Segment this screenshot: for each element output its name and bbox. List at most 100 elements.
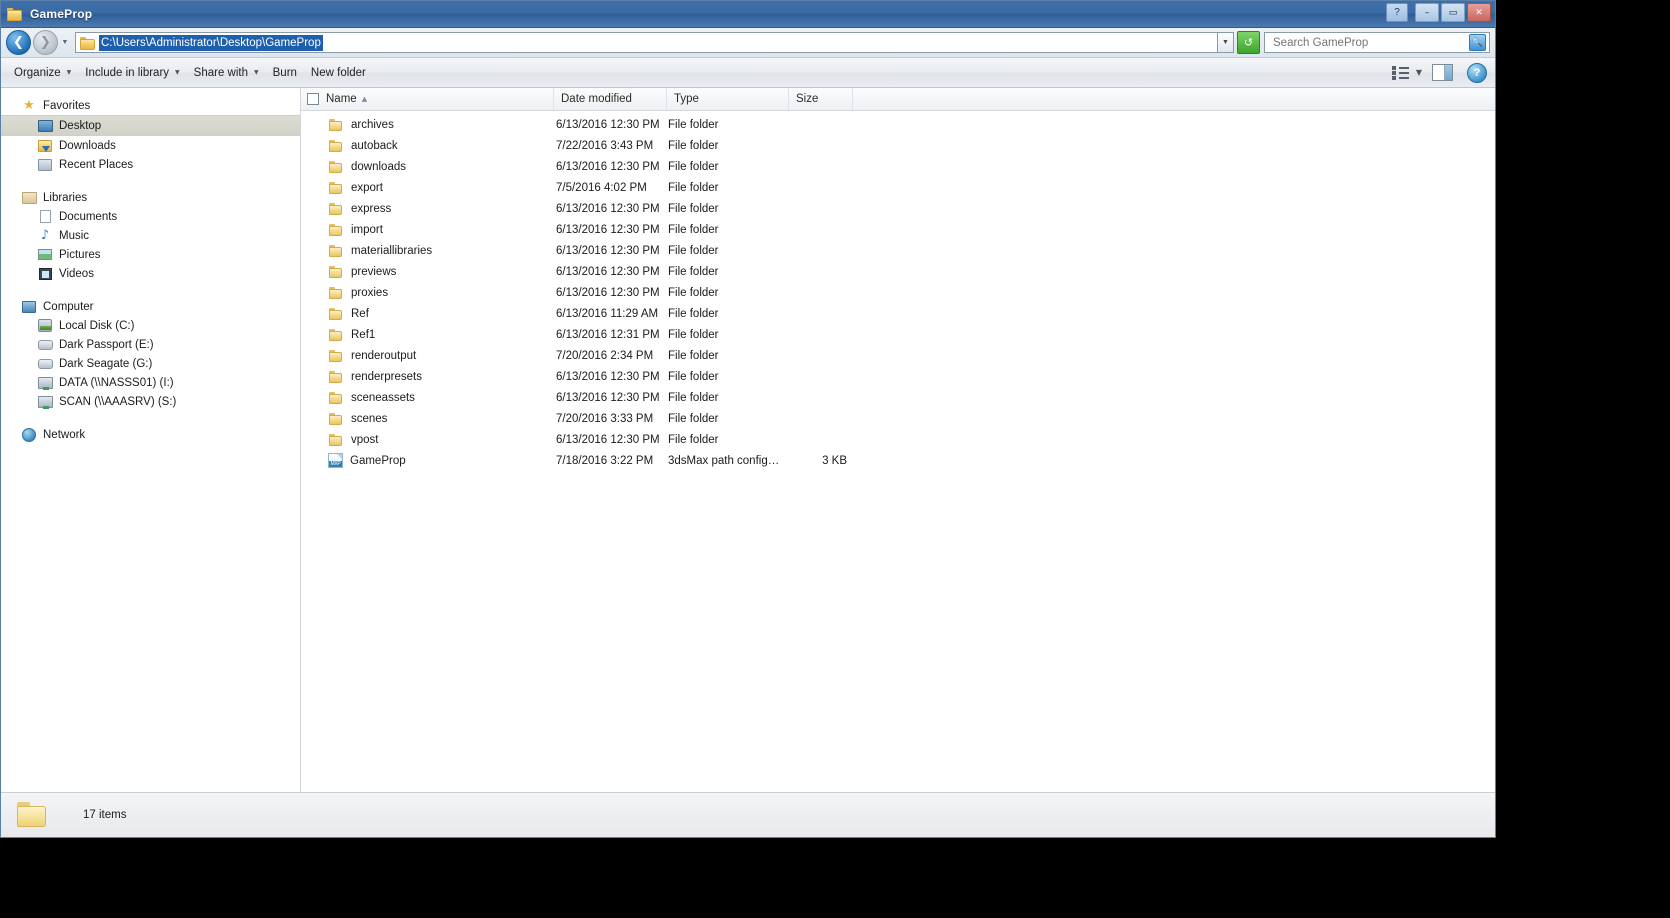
path-folder-icon (80, 36, 96, 50)
table-row[interactable]: downloads6/13/2016 12:30 PMFile folder (301, 156, 1495, 177)
sidebar-item-scan-aaasrv-s[interactable]: SCAN (\\AAASRV) (S:) (1, 392, 300, 411)
cell-type: File folder (667, 413, 789, 425)
search-input[interactable] (1271, 36, 1469, 50)
table-row[interactable]: previews6/13/2016 12:30 PMFile folder (301, 261, 1495, 282)
table-row[interactable]: archives6/13/2016 12:30 PMFile folder (301, 114, 1495, 135)
view-chevron-down-icon[interactable]: ▼ (1416, 68, 1422, 77)
table-row[interactable]: autoback7/22/2016 3:43 PMFile folder (301, 135, 1495, 156)
column-label-date-modified: Date modified (561, 93, 632, 105)
table-row[interactable]: export7/5/2016 4:02 PMFile folder (301, 177, 1495, 198)
sidebar-item-favorites[interactable]: ★ Favorites (1, 96, 300, 115)
mxp-file-icon: MXP (328, 453, 343, 468)
share-with-button[interactable]: Share with ▼ (187, 62, 266, 83)
nav-group-network: Network (1, 425, 300, 444)
sidebar-item-local-disk-c[interactable]: Local Disk (C:) (1, 316, 300, 335)
file-name-label: express (351, 203, 391, 215)
cell-type: File folder (667, 224, 789, 236)
sidebar-item-downloads[interactable]: Downloads (1, 136, 300, 155)
network-drive-icon (37, 394, 53, 410)
new-folder-button[interactable]: New folder (304, 62, 373, 83)
file-name-label: previews (351, 266, 396, 278)
titlebar-help-icon[interactable]: ? (1386, 3, 1408, 22)
cell-type: File folder (667, 329, 789, 341)
cell-date-modified: 7/20/2016 2:34 PM (554, 350, 667, 362)
column-label-name: Name (326, 93, 357, 105)
cell-type: File folder (667, 119, 789, 131)
include-in-library-button[interactable]: Include in library ▼ (78, 62, 186, 83)
forward-arrow-icon[interactable]: ❯ (33, 30, 58, 55)
sidebar-item-documents[interactable]: Documents (1, 207, 300, 226)
sidebar-label-recent-places: Recent Places (59, 159, 133, 171)
change-view-icon[interactable] (1391, 64, 1410, 81)
libraries-icon (21, 190, 37, 206)
table-row[interactable]: Ref6/13/2016 11:29 AMFile folder (301, 303, 1495, 324)
sidebar-label-desktop: Desktop (59, 120, 101, 132)
sidebar-label-dark-passport-e: Dark Passport (E:) (59, 339, 154, 351)
folder-icon (328, 349, 344, 363)
file-name-label: renderpresets (351, 371, 422, 383)
share-with-label: Share with (194, 67, 248, 79)
select-all-checkbox[interactable] (307, 93, 319, 105)
search-icon[interactable]: 🔍 (1469, 34, 1486, 51)
sidebar-item-dark-seagate-g[interactable]: Dark Seagate (G:) (1, 354, 300, 373)
table-row[interactable]: express6/13/2016 12:30 PMFile folder (301, 198, 1495, 219)
folder-icon (328, 328, 344, 342)
sidebar-item-videos[interactable]: Videos (1, 264, 300, 283)
table-row[interactable]: scenes7/20/2016 3:33 PMFile folder (301, 408, 1495, 429)
burn-button[interactable]: Burn (266, 62, 304, 83)
sidebar-item-dark-passport-e[interactable]: Dark Passport (E:) (1, 335, 300, 354)
cell-name: export (301, 181, 554, 195)
address-path-text: C:\Users\Administrator\Desktop\GameProp (99, 35, 323, 51)
sidebar-label-scan-aaasrv-s: SCAN (\\AAASRV) (S:) (59, 396, 176, 408)
table-row[interactable]: import6/13/2016 12:30 PMFile folder (301, 219, 1495, 240)
maximize-button[interactable]: ▭ (1441, 3, 1465, 22)
window-folder-icon (7, 7, 23, 21)
table-row[interactable]: renderpresets6/13/2016 12:30 PMFile fold… (301, 366, 1495, 387)
nav-group-computer: Computer Local Disk (C:) Dark Passport (… (1, 297, 300, 411)
table-row[interactable]: materiallibraries6/13/2016 12:30 PMFile … (301, 240, 1495, 261)
address-path-field[interactable]: C:\Users\Administrator\Desktop\GameProp (75, 32, 1217, 53)
cell-date-modified: 6/13/2016 12:30 PM (554, 371, 667, 383)
column-header-size[interactable]: Size (789, 88, 853, 110)
folder-icon (328, 139, 344, 153)
sidebar-item-libraries[interactable]: Libraries (1, 188, 300, 207)
music-icon: ♪ (37, 228, 53, 244)
sidebar-item-data-nasss01-i[interactable]: DATA (\\NASSS01) (I:) (1, 373, 300, 392)
table-row[interactable]: MXPGameProp7/18/2016 3:22 PM3dsMax path … (301, 450, 1495, 471)
sidebar-item-desktop[interactable]: Desktop (1, 115, 301, 136)
sidebar-item-computer[interactable]: Computer (1, 297, 300, 316)
organize-button[interactable]: Organize ▼ (7, 62, 78, 83)
address-chevron-down-icon[interactable]: ▼ (1217, 32, 1234, 53)
sidebar-label-local-disk-c: Local Disk (C:) (59, 320, 134, 332)
cell-date-modified: 6/13/2016 12:30 PM (554, 203, 667, 215)
folder-icon (328, 244, 344, 258)
close-button[interactable]: ✕ (1467, 3, 1491, 22)
table-row[interactable]: vpost6/13/2016 12:30 PMFile folder (301, 429, 1495, 450)
table-row[interactable]: proxies6/13/2016 12:30 PMFile folder (301, 282, 1495, 303)
sidebar-item-network[interactable]: Network (1, 425, 300, 444)
help-icon[interactable]: ? (1467, 63, 1487, 83)
file-name-label: proxies (351, 287, 388, 299)
column-header-type[interactable]: Type (667, 88, 789, 110)
sidebar-item-pictures[interactable]: Pictures (1, 245, 300, 264)
table-row[interactable]: renderoutput7/20/2016 2:34 PMFile folder (301, 345, 1495, 366)
address-bar: ❮ ❯ ▼ C:\Users\Administrator\Desktop\Gam… (1, 28, 1495, 58)
cell-type: File folder (667, 182, 789, 194)
preview-pane-icon[interactable] (1432, 64, 1453, 81)
search-box[interactable]: 🔍 (1264, 32, 1490, 53)
history-chevron-down-icon[interactable]: ▼ (59, 32, 71, 54)
column-header-name[interactable]: Name ▲ (301, 88, 554, 110)
folder-icon (328, 286, 344, 300)
status-folder-icon (15, 800, 49, 830)
sort-ascending-icon: ▲ (362, 95, 367, 103)
table-row[interactable]: Ref16/13/2016 12:31 PMFile folder (301, 324, 1495, 345)
sidebar-item-music[interactable]: ♪ Music (1, 226, 300, 245)
desktop-icon (37, 118, 53, 134)
minimize-button[interactable]: – (1415, 3, 1439, 22)
cell-date-modified: 6/13/2016 12:30 PM (554, 392, 667, 404)
back-arrow-icon[interactable]: ❮ (6, 30, 31, 55)
sidebar-item-recent-places[interactable]: Recent Places (1, 155, 300, 174)
table-row[interactable]: sceneassets6/13/2016 12:30 PMFile folder (301, 387, 1495, 408)
column-header-date-modified[interactable]: Date modified (554, 88, 667, 110)
refresh-icon[interactable]: ↺ (1237, 31, 1260, 54)
